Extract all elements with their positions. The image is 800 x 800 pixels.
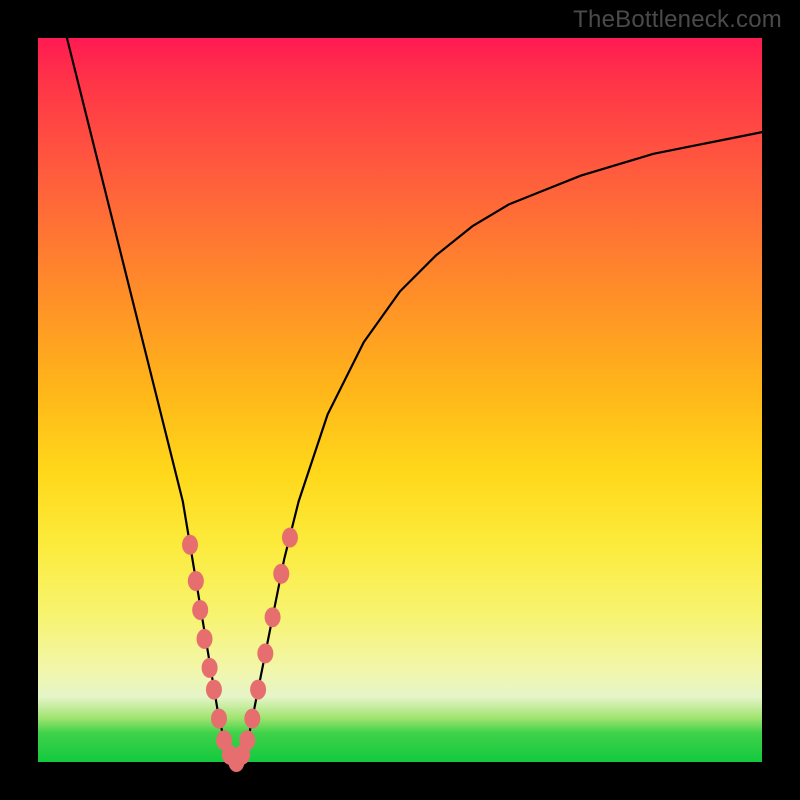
marker-point [282, 528, 298, 548]
plot-area [38, 38, 762, 762]
marker-point [239, 730, 255, 750]
marker-point [244, 709, 260, 729]
highlighted-points [182, 528, 298, 772]
chart-frame: TheBottleneck.com [0, 0, 800, 800]
marker-point [273, 564, 289, 584]
marker-point [257, 643, 273, 663]
marker-point [197, 629, 213, 649]
watermark-text: TheBottleneck.com [573, 6, 782, 34]
marker-point [182, 535, 198, 555]
curve-layer [38, 38, 762, 762]
marker-point [192, 600, 208, 620]
marker-point [202, 658, 218, 678]
marker-point [265, 607, 281, 627]
bottleneck-curve [67, 38, 762, 762]
marker-point [250, 680, 266, 700]
marker-point [211, 709, 227, 729]
marker-point [188, 571, 204, 591]
marker-point [206, 680, 222, 700]
